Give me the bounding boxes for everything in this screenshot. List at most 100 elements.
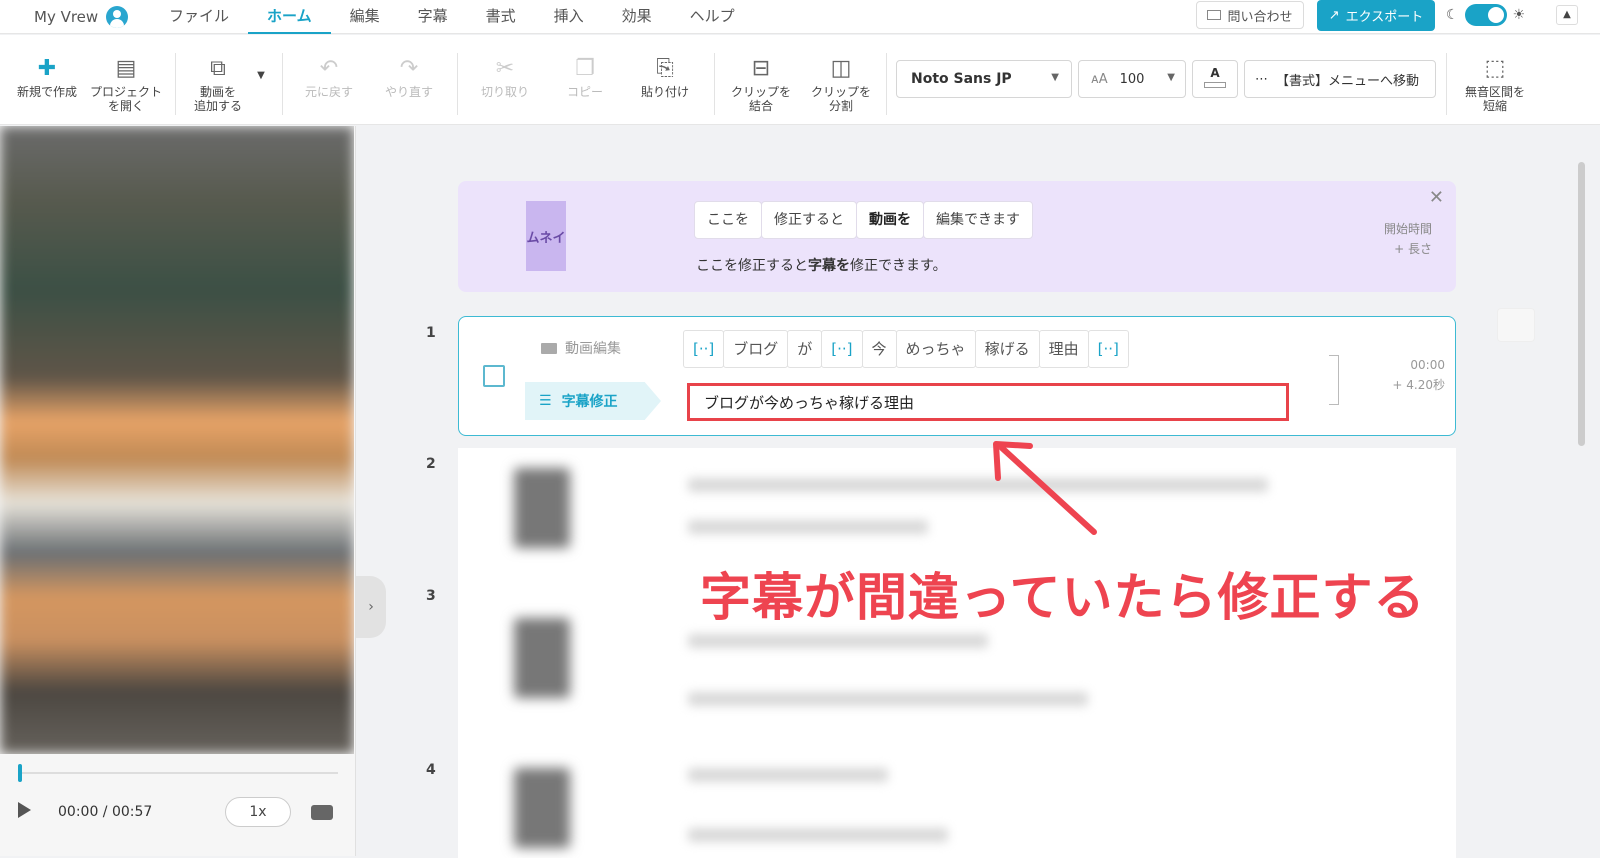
merge-clip-label-2: 結合 <box>748 99 773 113</box>
open-project-button[interactable]: ▤ プロジェクト を開く <box>88 55 164 113</box>
user-avatar-icon[interactable] <box>106 6 129 28</box>
mail-icon <box>1207 10 1222 20</box>
divider <box>1446 53 1447 115</box>
font-select[interactable]: Noto Sans JP ▼ <box>896 60 1072 98</box>
subtitle-edit-label: ☰ 字幕修正 <box>525 382 661 420</box>
close-icon[interactable]: ✕ <box>1429 187 1444 208</box>
shorten-silence-button[interactable]: ⬚ 無音区間を 短縮 <box>1456 55 1534 113</box>
split-icon: ◫ <box>830 56 852 81</box>
contact-button[interactable]: 問い合わせ <box>1196 1 1304 29</box>
row-number: 3 <box>426 588 436 604</box>
tip-length-label: + 長さ <box>1394 242 1432 256</box>
undo-icon: ↶ <box>319 56 339 81</box>
word-token[interactable]: が <box>787 330 823 368</box>
clip-checkbox[interactable] <box>483 365 505 387</box>
add-video-icon: ⧉ <box>210 56 226 81</box>
menu-home[interactable]: ホーム <box>248 0 331 34</box>
copy-button[interactable]: ❐ コピー <box>554 55 616 99</box>
divider <box>175 53 176 115</box>
word-token[interactable]: ブログ <box>723 330 789 368</box>
menu-edit[interactable]: 編集 <box>331 0 399 34</box>
redo-button[interactable]: ↷ やり直す <box>378 55 440 99</box>
play-icon[interactable] <box>18 802 31 818</box>
menu-effects[interactable]: 効果 <box>603 0 671 34</box>
row-number: 4 <box>426 762 436 778</box>
word-token[interactable]: 今 <box>861 330 897 368</box>
undo-label: 元に戻す <box>304 85 353 99</box>
playback-time: 00:00 / 00:57 <box>58 804 153 820</box>
tip-word-tokens: ここを 修正すると 動画を 編集できます <box>694 201 1033 239</box>
split-clip-button[interactable]: ◫ クリップを 分割 <box>806 55 876 113</box>
expand-panel-button[interactable]: › <box>356 576 386 638</box>
font-color-swatch <box>1204 82 1226 88</box>
menu-format[interactable]: 書式 <box>467 0 535 34</box>
export-button[interactable]: ↗ エクスポート <box>1317 0 1435 31</box>
undo-button[interactable]: ↶ 元に戻す <box>298 55 360 99</box>
blurred-text <box>688 692 1088 706</box>
plus-icon: ✚ <box>37 56 57 81</box>
annotation-arrow <box>993 441 1097 535</box>
split-clip-label-1: クリップを <box>810 85 871 99</box>
open-project-label-1: プロジェクト <box>89 85 162 99</box>
clipboard-icon: ⎘ <box>656 56 674 81</box>
playback-progress[interactable] <box>18 764 338 782</box>
blurred-text <box>688 634 988 648</box>
collapse-toolbar-button[interactable]: ▲ <box>1556 5 1578 25</box>
clip-thumbnail <box>514 768 570 848</box>
silence-token[interactable]: [··] <box>821 330 863 368</box>
blurred-text <box>688 520 928 534</box>
clip-row[interactable]: 動画編集 ☰ 字幕修正 [··] ブログ が [··] 今 めっちゃ 稼げる 理… <box>458 316 1456 436</box>
video-frame-blurred <box>0 126 354 754</box>
subtitle-lines-icon: ☰ <box>539 393 552 409</box>
shorten-silence-label-2: 短縮 <box>1482 99 1507 113</box>
merge-clip-button[interactable]: ⊟ クリップを 結合 <box>726 55 796 113</box>
tip-time-legend: 開始時間 + 長さ <box>1384 219 1432 259</box>
tip-desc-part: 修正できます。 <box>850 258 947 274</box>
format-menu-button[interactable]: ⋯ 【書式】メニューへ移動 <box>1244 60 1436 98</box>
paste-button[interactable]: ⎘ 貼り付け <box>634 55 696 99</box>
add-video-label-1: 動画を <box>199 85 236 99</box>
font-size-select[interactable]: ᴀA 100 ▼ <box>1078 60 1186 98</box>
chevron-down-icon: ▼ <box>1051 72 1059 83</box>
silence-token[interactable]: [··] <box>1087 330 1129 368</box>
menu-help[interactable]: ヘルプ <box>671 0 754 34</box>
theme-switcher: ☾ ☀ <box>1446 4 1525 26</box>
playback-speed-button[interactable]: 1x <box>225 797 291 827</box>
add-video-button[interactable]: ⧉ 動画を 追加する <box>186 55 250 113</box>
tip-word: 修正すると <box>761 201 857 239</box>
home-toolbar: ✚ 新規で作成 ▤ プロジェクト を開く ⧉ 動画を 追加する ▼ ↶ 元に戻す… <box>0 35 1600 125</box>
video-preview[interactable] <box>0 126 354 754</box>
subtitle-input[interactable]: ブログが今めっちゃ稼げる理由 <box>687 383 1289 421</box>
clapperboard-icon: ▤ <box>115 56 137 81</box>
word-token[interactable]: 稼げる <box>974 330 1040 368</box>
side-panel-tab[interactable] <box>1497 308 1535 342</box>
silence-token[interactable]: [··] <box>683 330 725 368</box>
cut-button[interactable]: ✂ 切り取り <box>474 55 536 99</box>
merge-icon: ⊟ <box>751 56 771 81</box>
font-color-letter: A <box>1210 66 1220 80</box>
tip-word: 動画を <box>856 201 924 239</box>
video-edit-label: 動画編集 <box>541 338 621 358</box>
clip-thumbnail <box>514 468 570 548</box>
split-clip-label-2: 分割 <box>828 99 853 113</box>
add-video-dropdown-icon[interactable]: ▼ <box>254 69 268 83</box>
new-project-button[interactable]: ✚ 新規で作成 <box>16 55 78 99</box>
word-token[interactable]: 理由 <box>1038 330 1089 368</box>
tip-description: ここを修正すると字幕を修正できます。 <box>696 255 947 275</box>
font-color-button[interactable]: A <box>1192 60 1238 98</box>
clip-time: 00:00 + 4.20秒 <box>1392 355 1445 395</box>
menu-file[interactable]: ファイル <box>150 0 248 34</box>
theme-toggle[interactable] <box>1464 4 1507 26</box>
word-tokens: [··] ブログ が [··] 今 めっちゃ 稼げる 理由 [··] <box>683 330 1129 368</box>
menu-insert[interactable]: 挿入 <box>535 0 603 34</box>
keyboard-icon[interactable] <box>311 805 333 820</box>
word-token[interactable]: めっちゃ <box>895 330 976 368</box>
vertical-scrollbar[interactable] <box>1578 162 1585 446</box>
account-menu[interactable]: My Vrew <box>34 6 129 28</box>
new-project-label: 新規で作成 <box>16 85 77 99</box>
sun-icon: ☀ <box>1512 7 1526 23</box>
tutorial-tip-card: ムネイ ここを 修正すると 動画を 編集できます ここを修正すると字幕を修正でき… <box>458 181 1456 292</box>
menu-subtitle[interactable]: 字幕 <box>399 0 467 34</box>
playhead-handle[interactable] <box>18 764 22 782</box>
shorten-silence-icon: ⬚ <box>1484 56 1506 81</box>
